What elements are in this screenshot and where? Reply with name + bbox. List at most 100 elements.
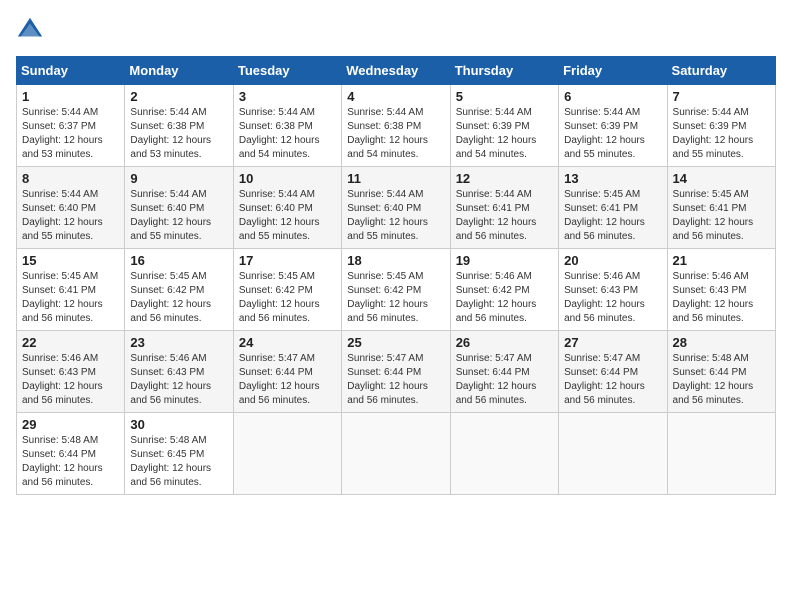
day-info: Sunrise: 5:46 AM Sunset: 6:43 PM Dayligh… — [673, 270, 770, 326]
calendar-cell: 26 Sunrise: 5:47 AM Sunset: 6:44 PM Dayl… — [450, 331, 558, 413]
day-info: Sunrise: 5:44 AM Sunset: 6:39 PM Dayligh… — [456, 106, 553, 162]
day-info: Sunrise: 5:44 AM Sunset: 6:41 PM Dayligh… — [456, 188, 553, 244]
day-number: 23 — [130, 335, 227, 350]
day-info: Sunrise: 5:45 AM Sunset: 6:42 PM Dayligh… — [239, 270, 336, 326]
day-number: 9 — [130, 171, 227, 186]
weekday-header-row: SundayMondayTuesdayWednesdayThursdayFrid… — [17, 57, 776, 85]
day-info: Sunrise: 5:46 AM Sunset: 6:43 PM Dayligh… — [130, 352, 227, 408]
day-number: 17 — [239, 253, 336, 268]
day-info: Sunrise: 5:44 AM Sunset: 6:40 PM Dayligh… — [347, 188, 444, 244]
day-info: Sunrise: 5:48 AM Sunset: 6:45 PM Dayligh… — [130, 434, 227, 490]
calendar-cell: 23 Sunrise: 5:46 AM Sunset: 6:43 PM Dayl… — [125, 331, 233, 413]
day-number: 10 — [239, 171, 336, 186]
calendar-cell: 14 Sunrise: 5:45 AM Sunset: 6:41 PM Dayl… — [667, 167, 775, 249]
calendar-cell: 28 Sunrise: 5:48 AM Sunset: 6:44 PM Dayl… — [667, 331, 775, 413]
day-info: Sunrise: 5:45 AM Sunset: 6:41 PM Dayligh… — [564, 188, 661, 244]
weekday-header-thursday: Thursday — [450, 57, 558, 85]
calendar-cell — [342, 413, 450, 495]
weekday-header-monday: Monday — [125, 57, 233, 85]
weekday-header-friday: Friday — [559, 57, 667, 85]
day-info: Sunrise: 5:48 AM Sunset: 6:44 PM Dayligh… — [673, 352, 770, 408]
day-number: 16 — [130, 253, 227, 268]
calendar-cell — [233, 413, 341, 495]
day-info: Sunrise: 5:44 AM Sunset: 6:38 PM Dayligh… — [239, 106, 336, 162]
calendar-cell: 22 Sunrise: 5:46 AM Sunset: 6:43 PM Dayl… — [17, 331, 125, 413]
day-info: Sunrise: 5:44 AM Sunset: 6:39 PM Dayligh… — [564, 106, 661, 162]
calendar-cell: 7 Sunrise: 5:44 AM Sunset: 6:39 PM Dayli… — [667, 85, 775, 167]
logo — [16, 16, 48, 44]
day-number: 12 — [456, 171, 553, 186]
day-number: 5 — [456, 89, 553, 104]
calendar-cell: 20 Sunrise: 5:46 AM Sunset: 6:43 PM Dayl… — [559, 249, 667, 331]
calendar-cell: 3 Sunrise: 5:44 AM Sunset: 6:38 PM Dayli… — [233, 85, 341, 167]
calendar-cell: 17 Sunrise: 5:45 AM Sunset: 6:42 PM Dayl… — [233, 249, 341, 331]
day-info: Sunrise: 5:47 AM Sunset: 6:44 PM Dayligh… — [239, 352, 336, 408]
day-info: Sunrise: 5:45 AM Sunset: 6:41 PM Dayligh… — [22, 270, 119, 326]
day-info: Sunrise: 5:44 AM Sunset: 6:40 PM Dayligh… — [239, 188, 336, 244]
calendar-cell: 15 Sunrise: 5:45 AM Sunset: 6:41 PM Dayl… — [17, 249, 125, 331]
calendar-cell — [667, 413, 775, 495]
day-number: 24 — [239, 335, 336, 350]
day-number: 4 — [347, 89, 444, 104]
calendar-cell: 6 Sunrise: 5:44 AM Sunset: 6:39 PM Dayli… — [559, 85, 667, 167]
day-number: 19 — [456, 253, 553, 268]
day-number: 6 — [564, 89, 661, 104]
weekday-header-wednesday: Wednesday — [342, 57, 450, 85]
calendar-cell: 16 Sunrise: 5:45 AM Sunset: 6:42 PM Dayl… — [125, 249, 233, 331]
day-number: 8 — [22, 171, 119, 186]
weekday-header-sunday: Sunday — [17, 57, 125, 85]
calendar-cell: 5 Sunrise: 5:44 AM Sunset: 6:39 PM Dayli… — [450, 85, 558, 167]
day-number: 25 — [347, 335, 444, 350]
day-number: 15 — [22, 253, 119, 268]
day-number: 28 — [673, 335, 770, 350]
day-info: Sunrise: 5:44 AM Sunset: 6:40 PM Dayligh… — [130, 188, 227, 244]
calendar-cell: 29 Sunrise: 5:48 AM Sunset: 6:44 PM Dayl… — [17, 413, 125, 495]
calendar-cell: 8 Sunrise: 5:44 AM Sunset: 6:40 PM Dayli… — [17, 167, 125, 249]
calendar-cell: 12 Sunrise: 5:44 AM Sunset: 6:41 PM Dayl… — [450, 167, 558, 249]
calendar-cell — [450, 413, 558, 495]
calendar-cell: 4 Sunrise: 5:44 AM Sunset: 6:38 PM Dayli… — [342, 85, 450, 167]
day-number: 30 — [130, 417, 227, 432]
day-number: 2 — [130, 89, 227, 104]
day-info: Sunrise: 5:45 AM Sunset: 6:41 PM Dayligh… — [673, 188, 770, 244]
day-number: 18 — [347, 253, 444, 268]
calendar-cell: 25 Sunrise: 5:47 AM Sunset: 6:44 PM Dayl… — [342, 331, 450, 413]
day-info: Sunrise: 5:45 AM Sunset: 6:42 PM Dayligh… — [130, 270, 227, 326]
calendar-cell: 21 Sunrise: 5:46 AM Sunset: 6:43 PM Dayl… — [667, 249, 775, 331]
calendar-cell: 10 Sunrise: 5:44 AM Sunset: 6:40 PM Dayl… — [233, 167, 341, 249]
day-info: Sunrise: 5:47 AM Sunset: 6:44 PM Dayligh… — [564, 352, 661, 408]
calendar-cell: 11 Sunrise: 5:44 AM Sunset: 6:40 PM Dayl… — [342, 167, 450, 249]
calendar-cell: 13 Sunrise: 5:45 AM Sunset: 6:41 PM Dayl… — [559, 167, 667, 249]
day-info: Sunrise: 5:47 AM Sunset: 6:44 PM Dayligh… — [456, 352, 553, 408]
day-number: 1 — [22, 89, 119, 104]
calendar-cell: 18 Sunrise: 5:45 AM Sunset: 6:42 PM Dayl… — [342, 249, 450, 331]
day-info: Sunrise: 5:46 AM Sunset: 6:43 PM Dayligh… — [22, 352, 119, 408]
calendar-cell: 30 Sunrise: 5:48 AM Sunset: 6:45 PM Dayl… — [125, 413, 233, 495]
day-number: 20 — [564, 253, 661, 268]
day-info: Sunrise: 5:44 AM Sunset: 6:38 PM Dayligh… — [347, 106, 444, 162]
day-number: 14 — [673, 171, 770, 186]
day-info: Sunrise: 5:45 AM Sunset: 6:42 PM Dayligh… — [347, 270, 444, 326]
day-info: Sunrise: 5:47 AM Sunset: 6:44 PM Dayligh… — [347, 352, 444, 408]
day-info: Sunrise: 5:44 AM Sunset: 6:37 PM Dayligh… — [22, 106, 119, 162]
header — [16, 16, 776, 44]
calendar-cell: 27 Sunrise: 5:47 AM Sunset: 6:44 PM Dayl… — [559, 331, 667, 413]
day-info: Sunrise: 5:46 AM Sunset: 6:43 PM Dayligh… — [564, 270, 661, 326]
day-info: Sunrise: 5:44 AM Sunset: 6:39 PM Dayligh… — [673, 106, 770, 162]
calendar-cell: 2 Sunrise: 5:44 AM Sunset: 6:38 PM Dayli… — [125, 85, 233, 167]
week-row-5: 29 Sunrise: 5:48 AM Sunset: 6:44 PM Dayl… — [17, 413, 776, 495]
day-info: Sunrise: 5:48 AM Sunset: 6:44 PM Dayligh… — [22, 434, 119, 490]
week-row-2: 8 Sunrise: 5:44 AM Sunset: 6:40 PM Dayli… — [17, 167, 776, 249]
day-number: 29 — [22, 417, 119, 432]
day-number: 7 — [673, 89, 770, 104]
calendar-cell: 19 Sunrise: 5:46 AM Sunset: 6:42 PM Dayl… — [450, 249, 558, 331]
day-number: 21 — [673, 253, 770, 268]
weekday-header-tuesday: Tuesday — [233, 57, 341, 85]
day-info: Sunrise: 5:46 AM Sunset: 6:42 PM Dayligh… — [456, 270, 553, 326]
calendar-cell — [559, 413, 667, 495]
week-row-4: 22 Sunrise: 5:46 AM Sunset: 6:43 PM Dayl… — [17, 331, 776, 413]
day-number: 27 — [564, 335, 661, 350]
calendar-cell: 24 Sunrise: 5:47 AM Sunset: 6:44 PM Dayl… — [233, 331, 341, 413]
day-number: 26 — [456, 335, 553, 350]
logo-icon — [16, 16, 44, 44]
